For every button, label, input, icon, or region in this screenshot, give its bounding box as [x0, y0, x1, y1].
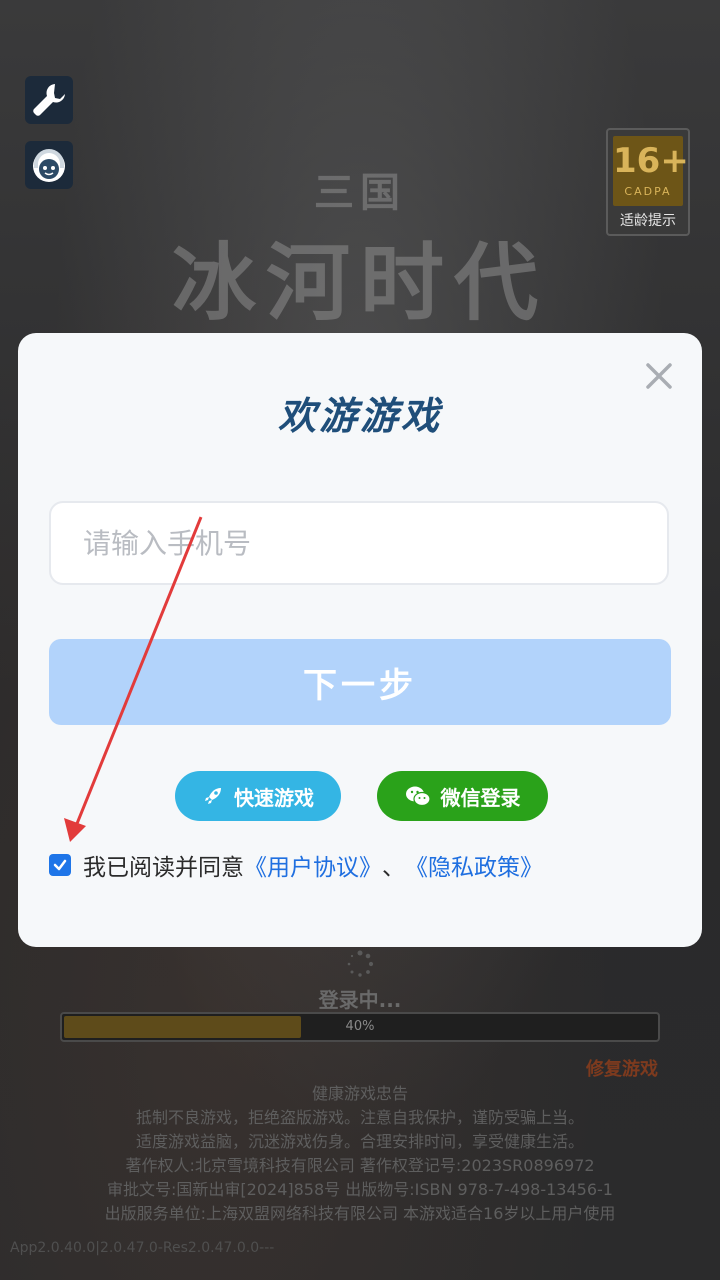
customer-service-button[interactable]: [25, 141, 73, 189]
privacy-policy-link[interactable]: 《隐私政策》: [405, 848, 543, 882]
agreement-row: 我已阅读并同意 《用户协议》 、 《隐私政策》: [49, 848, 543, 882]
health-notice-title: 健康游戏忠告: [311, 1084, 408, 1103]
user-agreement-link[interactable]: 《用户协议》: [244, 848, 382, 882]
repair-tool-button[interactable]: [25, 76, 73, 124]
wechat-login-button[interactable]: 微信登录: [377, 771, 548, 821]
health-notice: 健康游戏忠告 抵制不良游戏，拒绝盗版游戏。注意自我保护，谨防受骗上当。 适度游戏…: [0, 1082, 720, 1226]
loading-progress-percent: 40%: [345, 1019, 375, 1034]
loading-spinner-icon: [347, 950, 374, 977]
dialog-title: 欢游游戏: [277, 394, 442, 438]
health-notice-line: 著作权人:北京雪境科技有限公司 著作权登记号:2023SR0896972: [125, 1156, 595, 1175]
loading-progress-bar: 40%: [60, 1012, 660, 1042]
health-notice-line: 出版服务单位:上海双盟网络科技有限公司 本游戏适合16岁以上用户使用: [104, 1204, 616, 1223]
game-logo: 三国 冰河时代: [110, 160, 610, 332]
check-icon: [53, 859, 67, 871]
age-rating-badge: 16+ CADPA 适龄提示: [606, 128, 690, 236]
health-notice-line: 抵制不良游戏，拒绝盗版游戏。注意自我保护，谨防受骗上当。: [135, 1108, 584, 1127]
quick-play-button[interactable]: 快速游戏: [175, 771, 341, 821]
age-rating-tip: 适龄提示: [620, 213, 676, 229]
game-logo-title: 冰河时代: [171, 234, 548, 332]
agreement-separator: 、: [382, 855, 405, 881]
phone-input[interactable]: [49, 501, 669, 585]
agreement-checkbox[interactable]: [49, 854, 71, 876]
health-notice-line: 审批文号:国新出审[2024]858号 出版物号:ISBN 978-7-498-…: [107, 1180, 613, 1199]
health-notice-line: 适度游戏益脑，沉迷游戏伤身。合理安排时间，享受健康生活。: [135, 1132, 584, 1151]
login-dialog: 欢游游戏 下一步 快速游戏 微信登录 我已阅读并同意 《用户协议》 、 《隐: [18, 333, 702, 947]
rocket-icon: [205, 788, 221, 804]
repair-game-link[interactable]: 修复游戏: [586, 1055, 658, 1081]
age-rating-value: 16+: [613, 141, 689, 181]
age-rating-org: CADPA: [624, 185, 672, 198]
wechat-login-label: 微信登录: [440, 785, 521, 810]
quick-play-label: 快速游戏: [234, 785, 314, 810]
next-step-button[interactable]: 下一步: [49, 639, 671, 725]
wechat-icon: [405, 786, 431, 807]
agreement-text: 我已阅读并同意: [83, 855, 244, 881]
loading-status: 登录中...: [318, 988, 402, 1012]
game-logo-subtitle: 三国: [314, 170, 406, 216]
wrench-icon: [33, 84, 65, 116]
customer-service-icon: [33, 149, 65, 182]
version-label: App2.0.40.0|2.0.47.0-Res2.0.47.0.0---: [10, 1240, 275, 1256]
